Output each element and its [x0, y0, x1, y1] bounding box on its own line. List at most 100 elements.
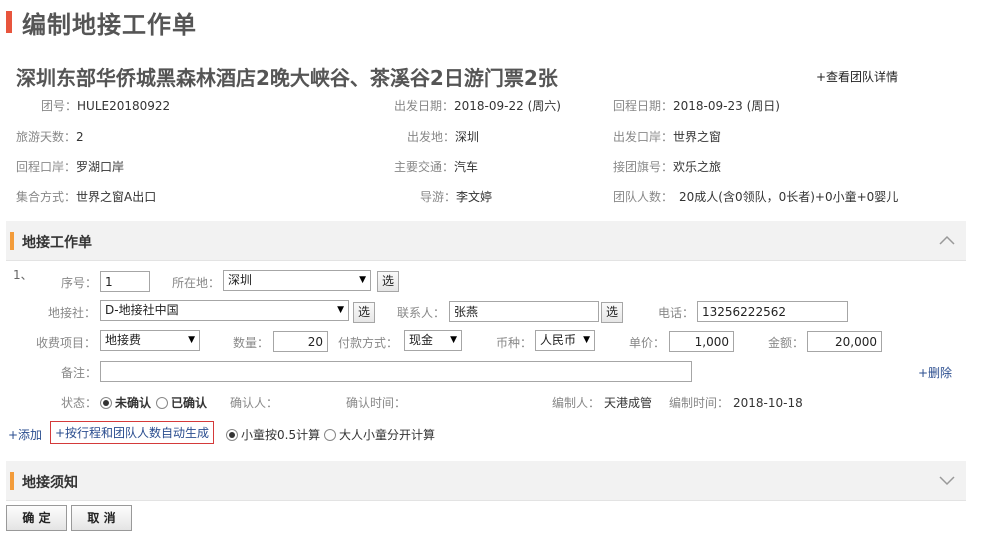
return-date-label: 回程日期：	[613, 99, 674, 113]
child-half-text: 小童按0.5计算	[241, 428, 321, 442]
phone-input[interactable]	[697, 301, 848, 322]
seq-input[interactable]	[100, 271, 150, 292]
agency-pick-button[interactable]: 选	[353, 302, 375, 323]
pay-value: 现金	[409, 333, 434, 347]
agency-label: 地接社：	[48, 306, 97, 320]
flag-row: 接团旗号：欢乐之旅	[613, 158, 721, 175]
people-label: 团队人数：	[613, 190, 674, 204]
notice-section-header[interactable]: 地接须知	[6, 461, 966, 501]
page-header: 编制地接工作单	[6, 8, 197, 39]
group-no-value: HULE20180922	[77, 99, 171, 113]
depart-port-row: 出发口岸：世界之窗	[613, 128, 721, 145]
status-label: 状态：	[61, 396, 98, 410]
return-port-label: 回程口岸：	[16, 160, 77, 174]
contact-label: 联系人：	[397, 306, 446, 320]
fee-item-select[interactable]: 地接费 ▼	[100, 330, 200, 351]
section-marker	[10, 472, 14, 490]
contact-input[interactable]	[449, 301, 599, 322]
meeting-row: 集合方式：世界之窗A出口	[16, 188, 156, 205]
editor-row: 编制人： 天港成管	[552, 394, 652, 411]
transport-value: 汽车	[454, 160, 479, 174]
edit-time-row: 编制时间： 2018-10-18	[669, 394, 803, 411]
radio-unselected-icon	[324, 429, 336, 441]
qty-input[interactable]	[273, 331, 328, 352]
fee-item-value: 地接费	[105, 333, 142, 347]
location-select[interactable]: 深圳 ▼	[223, 270, 371, 291]
depart-place-row: 出发地：深圳	[407, 128, 479, 145]
return-date-row: 回程日期：2018-09-23 (周日)	[613, 97, 780, 114]
currency-select[interactable]: 人民币 ▼	[535, 330, 595, 351]
remark-input[interactable]	[100, 361, 692, 382]
return-port-value: 罗湖口岸	[76, 160, 125, 174]
chevron-up-icon[interactable]	[938, 233, 956, 247]
dropdown-arrow-icon: ▼	[337, 305, 344, 315]
group-no-label: 团号：	[41, 99, 78, 113]
auto-generate-link[interactable]: +按行程和团队人数自动生成	[50, 421, 215, 444]
dropdown-arrow-icon: ▼	[583, 335, 590, 345]
worksheet-section-title: 地接工作单	[22, 235, 92, 251]
dropdown-arrow-icon: ▼	[450, 335, 457, 345]
price-input[interactable]	[669, 331, 734, 352]
qty-label: 数量：	[233, 336, 270, 350]
section-marker	[10, 232, 14, 250]
transport-label: 主要交通：	[394, 160, 455, 174]
delete-item-link[interactable]: +删除	[918, 364, 952, 381]
notice-section-title: 地接须知	[22, 475, 78, 491]
radio-unselected-icon	[156, 397, 168, 409]
days-value: 2	[76, 130, 84, 144]
amount-input[interactable]	[807, 331, 882, 352]
people-row: 团队人数： 20成人(含0领队，0长者)+0小童+0婴儿	[613, 188, 898, 205]
flag-label: 接团旗号：	[613, 160, 674, 174]
guide-value: 李文婷	[456, 190, 493, 204]
confirm-time-label: 确认时间：	[346, 396, 407, 410]
add-item-link[interactable]: +添加	[8, 426, 42, 443]
fee-item-label: 收费项目：	[36, 336, 97, 350]
worksheet-section-header[interactable]: 地接工作单	[6, 221, 966, 261]
confirm-button[interactable]: 确 定	[6, 505, 67, 531]
guide-row: 导游：李文婷	[420, 188, 492, 205]
currency-label: 币种：	[496, 336, 533, 350]
pay-select[interactable]: 现金 ▼	[404, 330, 462, 351]
editor-label: 编制人：	[552, 396, 601, 410]
radio-selected-icon	[226, 429, 238, 441]
agency-select[interactable]: D-地接社中国 ▼	[100, 300, 349, 321]
pay-label: 付款方式：	[338, 336, 399, 350]
return-port-row: 回程口岸：罗湖口岸	[16, 158, 124, 175]
transport-row: 主要交通：汽车	[394, 158, 478, 175]
location-value: 深圳	[228, 273, 253, 287]
status-unconfirmed-radio[interactable]: 未确认	[100, 394, 151, 411]
title-accent-bar	[6, 11, 12, 33]
depart-place-label: 出发地：	[407, 130, 456, 144]
edit-time-label: 编制时间：	[669, 396, 730, 410]
contact-pick-button[interactable]: 选	[601, 302, 623, 323]
cancel-button[interactable]: 取 消	[71, 505, 132, 531]
location-pick-button[interactable]: 选	[377, 271, 399, 292]
child-half-radio[interactable]: 小童按0.5计算	[226, 426, 320, 443]
location-label: 所在地：	[172, 276, 221, 290]
status-confirmed-radio[interactable]: 已确认	[156, 394, 207, 411]
amount-label: 金额：	[768, 336, 805, 350]
meeting-label: 集合方式：	[16, 190, 77, 204]
agency-value: D-地接社中国	[105, 303, 179, 317]
seq-label: 序号：	[61, 276, 98, 290]
remark-label: 备注：	[61, 366, 98, 380]
price-label: 单价：	[629, 336, 666, 350]
depart-port-label: 出发口岸：	[613, 130, 674, 144]
depart-date-row: 出发日期：2018-09-22 (周六)	[394, 97, 561, 114]
confirmer-label: 确认人：	[230, 396, 279, 410]
view-team-details-link[interactable]: +查看团队详情	[816, 68, 898, 85]
dropdown-arrow-icon: ▼	[188, 335, 195, 345]
split-calc-text: 大人小童分开计算	[339, 428, 436, 442]
depart-date-value: 2018-09-22 (周六)	[454, 99, 561, 113]
tour-title: 深圳东部华侨城黑森林酒店2晚大峡谷、茶溪谷2日游门票2张	[16, 66, 558, 90]
group-no-row: 团号：HULE20180922	[41, 97, 170, 114]
depart-place-value: 深圳	[455, 130, 480, 144]
radio-selected-icon	[100, 397, 112, 409]
days-row: 旅游天数：2	[16, 128, 84, 145]
people-value: 20成人(含0领队，0长者)+0小童+0婴儿	[679, 190, 899, 204]
chevron-down-icon[interactable]	[938, 473, 956, 487]
edit-time-value: 2018-10-18	[733, 396, 803, 410]
split-calc-radio[interactable]: 大人小童分开计算	[324, 426, 435, 443]
dropdown-arrow-icon: ▼	[359, 275, 366, 285]
status-confirmed-text: 已确认	[171, 396, 208, 410]
